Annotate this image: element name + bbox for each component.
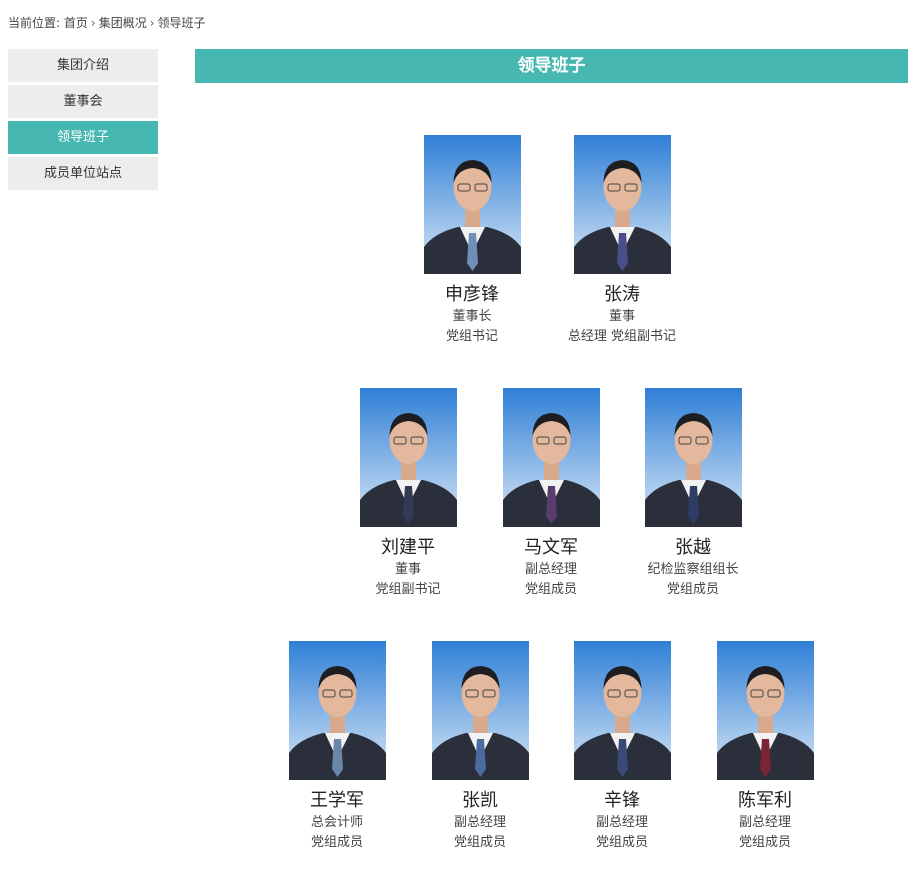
leader-portrait[interactable] — [573, 641, 671, 780]
leader-role: 总会计师 — [310, 815, 363, 830]
leader-role: 党组成员 — [666, 582, 719, 597]
leader-card: 张涛董事总经理 党组副书记 — [547, 135, 697, 347]
breadcrumb-overview-link[interactable]: 集团概况 — [99, 16, 147, 30]
leader-card: 张凯副总经理党组成员 — [405, 641, 555, 853]
leader-card: 马文军副总经理党组成员 — [476, 388, 626, 600]
leader-name: 王学军 — [310, 790, 364, 811]
leader-portrait[interactable] — [423, 135, 521, 274]
leader-card: 申彦锋董事长党组书记 — [397, 135, 547, 347]
leader-name: 申彦锋 — [445, 284, 499, 305]
breadcrumb-home-link[interactable]: 首页 — [64, 16, 88, 30]
leader-card: 王学军总会计师党组成员 — [262, 641, 412, 853]
leader-portrait[interactable] — [644, 388, 742, 527]
leader-portrait[interactable] — [288, 641, 386, 780]
leader-name: 辛锋 — [604, 790, 640, 811]
leader-role: 党组成员 — [453, 835, 506, 850]
leader-role: 党组成员 — [310, 835, 363, 850]
leader-portrait[interactable] — [502, 388, 600, 527]
leader-name: 张凯 — [462, 790, 498, 811]
sidebar-item-leadership[interactable]: 领导班子 — [8, 121, 158, 154]
breadcrumb-separator: › — [90, 16, 96, 30]
leader-name: 张越 — [675, 537, 711, 558]
leader-role: 副总经理 — [453, 815, 506, 830]
leader-name: 陈军利 — [738, 790, 792, 811]
leader-card: 辛锋副总经理党组成员 — [547, 641, 697, 853]
leader-role: 董事长 — [452, 309, 492, 324]
leader-role: 党组成员 — [524, 582, 577, 597]
leader-name: 马文军 — [524, 537, 578, 558]
sidebar-item-group-intro[interactable]: 集团介绍 — [8, 49, 158, 82]
leader-portrait[interactable] — [431, 641, 529, 780]
leader-role: 纪检监察组组长 — [647, 562, 739, 577]
leader-role: 党组副书记 — [375, 582, 441, 597]
leader-role: 副总经理 — [524, 562, 577, 577]
breadcrumb: 当前位置: 首页 › 集团概况 › 领导班子 — [8, 14, 206, 31]
leader-card: 刘建平董事党组副书记 — [333, 388, 483, 600]
leader-role: 副总经理 — [738, 815, 791, 830]
breadcrumb-current[interactable]: 领导班子 — [158, 16, 206, 30]
leader-portrait[interactable] — [359, 388, 457, 527]
leader-role: 董事 — [608, 309, 635, 324]
leader-role: 党组成员 — [738, 835, 791, 850]
breadcrumb-separator: › — [149, 16, 155, 30]
section-banner: 领导班子 — [195, 49, 908, 83]
leader-role: 党组成员 — [595, 835, 648, 850]
leader-role: 董事 — [394, 562, 421, 577]
sidebar-item-member-sites[interactable]: 成员单位站点 — [8, 157, 158, 190]
sidebar-nav: 集团介绍 董事会 领导班子 成员单位站点 — [8, 49, 158, 193]
leader-name: 张涛 — [604, 284, 640, 305]
leader-card: 张越纪检监察组组长 党组成员 — [618, 388, 768, 600]
leader-role: 党组书记 — [445, 329, 498, 344]
leader-portrait[interactable] — [573, 135, 671, 274]
breadcrumb-prefix: 当前位置: — [8, 16, 61, 30]
leader-role: 总经理 党组副书记 — [567, 329, 677, 344]
leader-name: 刘建平 — [381, 537, 435, 558]
leader-card: 陈军利副总经理党组成员 — [690, 641, 840, 853]
leader-portrait[interactable] — [716, 641, 814, 780]
leader-role: 副总经理 — [595, 815, 648, 830]
sidebar-item-board[interactable]: 董事会 — [8, 85, 158, 118]
